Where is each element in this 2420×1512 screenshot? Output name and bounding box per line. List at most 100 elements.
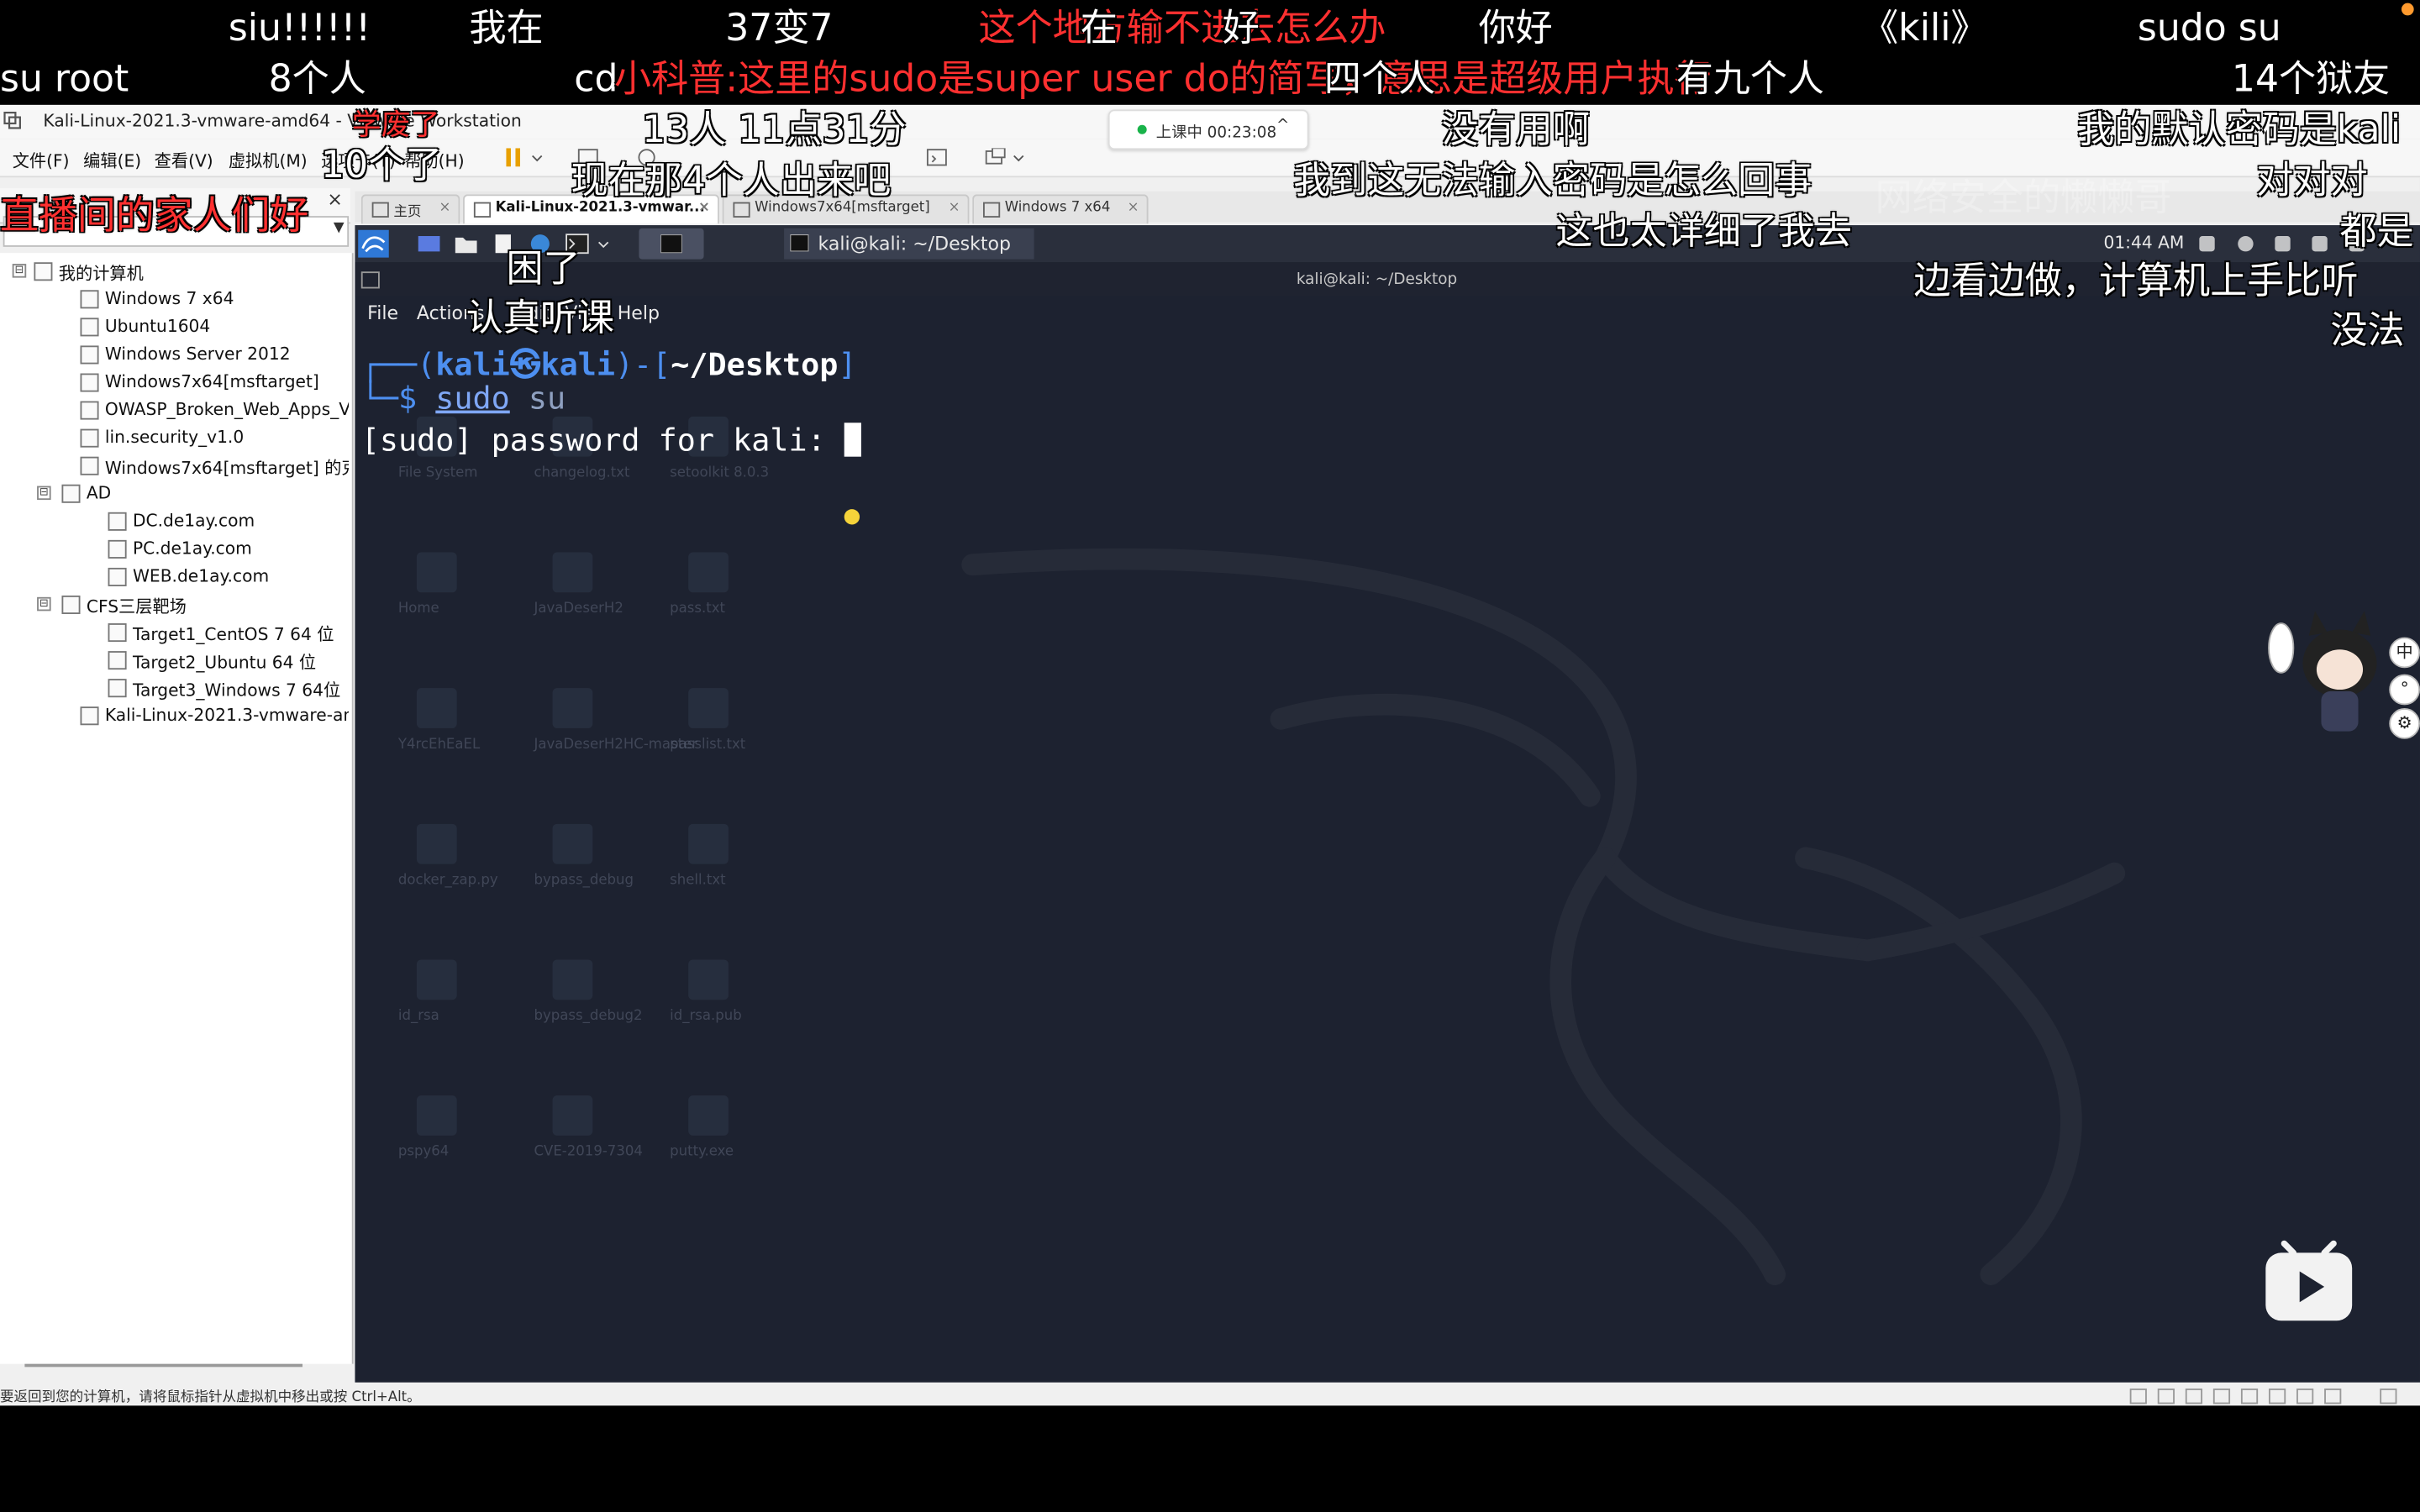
battery-icon[interactable] [2312, 236, 2328, 252]
tree-item[interactable]: PC.de1ay.com [0, 537, 349, 561]
tree-item[interactable]: ⊟ 我的计算机 [0, 260, 349, 284]
close-icon[interactable]: × [698, 201, 710, 216]
tree-item[interactable]: DC.de1ay.com [0, 509, 349, 533]
tree-item[interactable]: Target2_Ubuntu 64 位 [0, 648, 349, 673]
desktop-file-icon[interactable] [688, 959, 729, 1000]
tree-item[interactable]: OWASP_Broken_Web_Apps_VM_ [0, 398, 349, 423]
danmaku-comment: 我在 [469, 6, 544, 50]
menu-view[interactable]: 查看(V) [155, 148, 213, 172]
prompt-dollar: $ [398, 379, 436, 417]
mascot-icon[interactable] [2265, 601, 2404, 748]
tree-item[interactable]: Windows7x64[msftarget] [0, 370, 349, 395]
tab-label: 主页 [393, 205, 422, 221]
recording-indicator[interactable]: 上课中 00:23:08 ^ [1107, 109, 1309, 150]
tree-item-label: Windows 7 x64 [104, 288, 234, 309]
home-icon [371, 202, 389, 218]
library-scrollbar[interactable] [24, 1363, 302, 1368]
expander-icon[interactable]: ⊟ [12, 264, 27, 278]
menu-edit[interactable]: 编辑(E) [83, 148, 141, 172]
danmaku-comment: siu!!!!!! [228, 6, 371, 50]
pause-dropdown-icon[interactable] [531, 148, 544, 166]
close-icon[interactable]: × [439, 201, 450, 216]
command-sudo: sudo [435, 379, 510, 417]
tree-item[interactable]: Target1_CentOS 7 64 位 [0, 620, 349, 645]
resize-icon[interactable] [2380, 1389, 2397, 1404]
tree-item[interactable]: Windows 7 x64 [0, 287, 349, 312]
close-icon[interactable]: × [1128, 201, 1139, 216]
kali-menu-icon[interactable] [358, 229, 389, 258]
desktop-file-icon[interactable] [688, 688, 729, 728]
fullscreen-dropdown-icon[interactable] [1013, 148, 1025, 166]
vm-icon [473, 202, 492, 218]
tree-item[interactable]: Windows7x64[msftarget] 的克隆 [0, 454, 349, 478]
danmaku-comment: cd [574, 56, 618, 101]
desktop-file-icon[interactable] [552, 823, 593, 864]
pause-icon[interactable] [503, 148, 525, 167]
desktop-file-icon[interactable] [688, 1095, 729, 1136]
close-icon[interactable]: × [949, 201, 960, 216]
desktop-file-icon[interactable] [416, 959, 457, 1000]
ime-chinese-toggle[interactable]: 中 [2389, 637, 2420, 669]
network-icon-2[interactable] [2212, 1389, 2231, 1404]
prompt-bracket: ] [838, 345, 857, 383]
ime-punctuation-toggle[interactable]: ° [2389, 674, 2420, 706]
console-view-icon[interactable] [926, 148, 948, 166]
desktop-file-label: bypass_debug [534, 873, 634, 889]
tree-item-label: 我的计算机 [58, 264, 144, 284]
folder-icon[interactable] [454, 233, 478, 255]
danmaku-comment: 四个人 [1323, 56, 1436, 101]
kali-guest-screen[interactable]: kali@kali: ~/Desktop 01:44 AM File Syste… [355, 225, 2420, 1383]
display-status-icon[interactable] [2324, 1389, 2342, 1404]
workspace-window-icon [660, 234, 682, 254]
show-desktop-icon[interactable] [417, 233, 441, 255]
terminal-menu-help[interactable]: Help [618, 302, 660, 324]
chevron-down-icon[interactable] [596, 233, 611, 255]
tree-item[interactable]: Windows Server 2012 [0, 343, 349, 367]
tree-item[interactable]: lin.security_v1.0 [0, 426, 349, 450]
network-icon[interactable] [2185, 1389, 2203, 1404]
cdrom-icon[interactable] [2157, 1389, 2175, 1404]
desktop-file-icon[interactable] [416, 823, 457, 864]
clock[interactable]: 01:44 AM [2103, 233, 2184, 253]
expander-icon[interactable]: ⊟ [37, 486, 51, 501]
danmaku-comment: 这也太详细了我去 [1555, 209, 1853, 254]
terminal-menu-file[interactable]: File [367, 302, 398, 324]
ime-settings-icon[interactable]: ⚙ [2389, 708, 2420, 739]
desktop-file-icon[interactable] [552, 959, 593, 1000]
desktop-file-label: pspy64 [397, 1144, 450, 1161]
volume-icon[interactable] [2238, 236, 2254, 252]
library-close-button[interactable]: × [327, 188, 342, 210]
sound-icon[interactable] [2268, 1389, 2286, 1404]
workspace-switcher[interactable] [639, 228, 704, 260]
display-icon[interactable] [2199, 236, 2215, 252]
usb-icon[interactable] [2240, 1389, 2259, 1404]
desktop-file-icon[interactable] [552, 1095, 593, 1136]
notification-bell-icon[interactable] [2275, 236, 2291, 252]
tab-windows7-x64[interactable]: Windows 7 x64 × [972, 194, 1149, 224]
vm-icon [108, 512, 127, 531]
tree-item[interactable]: WEB.de1ay.com [0, 564, 349, 589]
desktop-file-icon[interactable] [416, 688, 457, 728]
desktop-file-icon[interactable] [688, 823, 729, 864]
terminal-window-icon [360, 271, 380, 289]
menu-vm[interactable]: 虚拟机(M) [229, 148, 308, 172]
desktop-file-icon[interactable] [416, 1095, 457, 1136]
chevron-down-icon[interactable]: ▼ [334, 221, 345, 236]
tree-item[interactable]: Target3_Windows 7 64位 [0, 675, 349, 701]
tree-item[interactable]: ⊟ CFS三层靶场 [0, 592, 349, 617]
play-icon[interactable] [2263, 1234, 2355, 1324]
printer-icon[interactable] [2296, 1389, 2314, 1404]
hard-disk-icon[interactable] [2129, 1389, 2147, 1404]
tree-item[interactable]: Ubuntu1604 [0, 315, 349, 339]
fullscreen-icon[interactable] [985, 148, 1007, 166]
menu-file[interactable]: 文件(F) [13, 148, 70, 172]
expander-icon[interactable]: ⊟ [37, 596, 51, 612]
chevron-up-icon[interactable]: ^ [1276, 118, 1289, 134]
tree-item[interactable]: ⊟ AD [0, 481, 349, 506]
tab-home[interactable]: 主页 × [360, 194, 460, 224]
desktop-file-icon[interactable] [552, 688, 593, 728]
folder-icon [61, 595, 81, 615]
vmware-app-icon [3, 111, 21, 129]
tree-item[interactable]: Kali-Linux-2021.3-vmware-amd6 [0, 704, 349, 728]
terminal-output[interactable]: ┌──(kali㉿kali)-[~/Desktop] └─$ sudo su [… [361, 330, 2414, 577]
